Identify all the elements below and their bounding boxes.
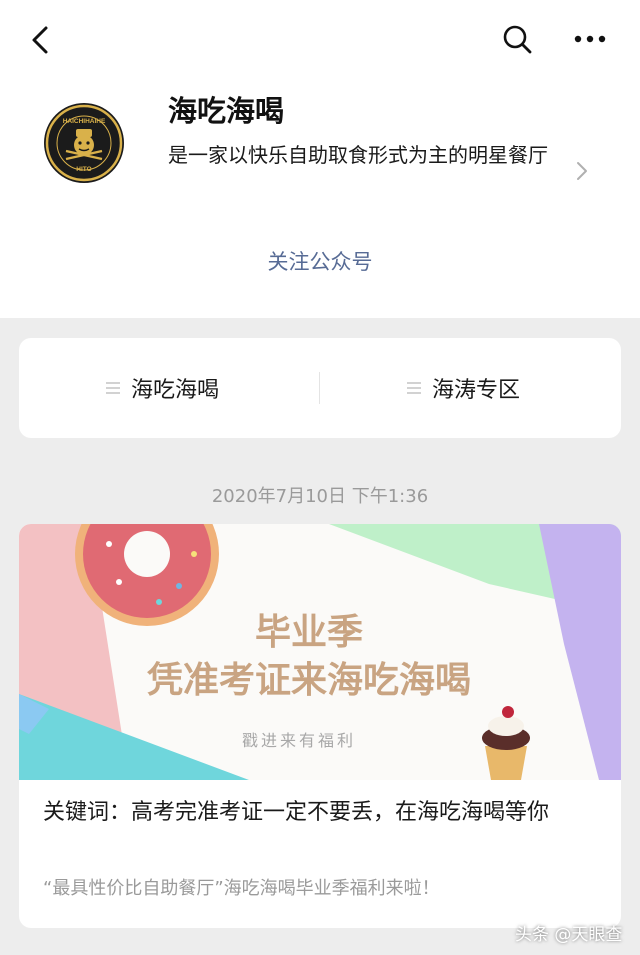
logo-emblem-icon: HAICHIHAIHE HITO bbox=[45, 104, 123, 182]
banner-title-line2: 凭准考证来海吃海喝 bbox=[147, 660, 471, 701]
article-banner-image[interactable]: 毕业季 凭准考证来海吃海喝 戳进来有福利 bbox=[19, 524, 621, 780]
menu-divider bbox=[319, 372, 320, 404]
banner-title-line1: 毕业季 bbox=[255, 612, 363, 653]
account-description[interactable]: 是一家以快乐自助取食形式为主的明星餐厅 bbox=[168, 138, 568, 172]
account-name[interactable]: 海吃海喝 bbox=[168, 88, 284, 130]
article-card[interactable]: 毕业季 凭准考证来海吃海喝 戳进来有福利 关键词：高考完准考证一定不要丢，在海吃… bbox=[19, 524, 621, 928]
search-icon[interactable] bbox=[500, 22, 534, 56]
banner-subtitle: 戳进来有福利 bbox=[242, 731, 356, 750]
article-summary: “最具性价比自助餐厅”海吃海喝毕业季福利来啦！ bbox=[43, 878, 440, 899]
menu-item-label: 海吃海喝 bbox=[131, 378, 220, 403]
more-dots-icon[interactable] bbox=[570, 26, 610, 52]
watermark: 头条 @天眼查 bbox=[515, 925, 623, 945]
logo-text-top: HAICHIHAIHE bbox=[63, 118, 106, 125]
follow-button[interactable]: 关注公众号 bbox=[0, 246, 640, 276]
message-timestamp: 2020年7月10日 下午1:36 bbox=[211, 486, 429, 507]
menu-item-label: 海涛专区 bbox=[432, 378, 521, 403]
logo-text-bottom: HITO bbox=[76, 166, 91, 173]
custom-menu-bar: 海吃海喝 海涛专区 bbox=[19, 338, 621, 438]
chevron-right-icon[interactable] bbox=[572, 158, 592, 184]
article-title[interactable]: 关键词：高考完准考证一定不要丢，在海吃海喝等你 bbox=[43, 796, 603, 829]
menu-lines-icon bbox=[106, 382, 120, 394]
menu-lines-icon bbox=[407, 382, 421, 394]
menu-item-haitao[interactable]: 海涛专区 bbox=[406, 371, 520, 405]
back-chevron-icon[interactable] bbox=[26, 20, 56, 60]
menu-item-haichihaihe[interactable]: 海吃海喝 bbox=[105, 371, 219, 405]
account-header: HAICHIHAIHE HITO 海吃海喝 是一家以快乐自助取食形式为主的明星餐… bbox=[0, 0, 640, 318]
account-logo[interactable]: HAICHIHAIHE HITO bbox=[44, 103, 124, 183]
